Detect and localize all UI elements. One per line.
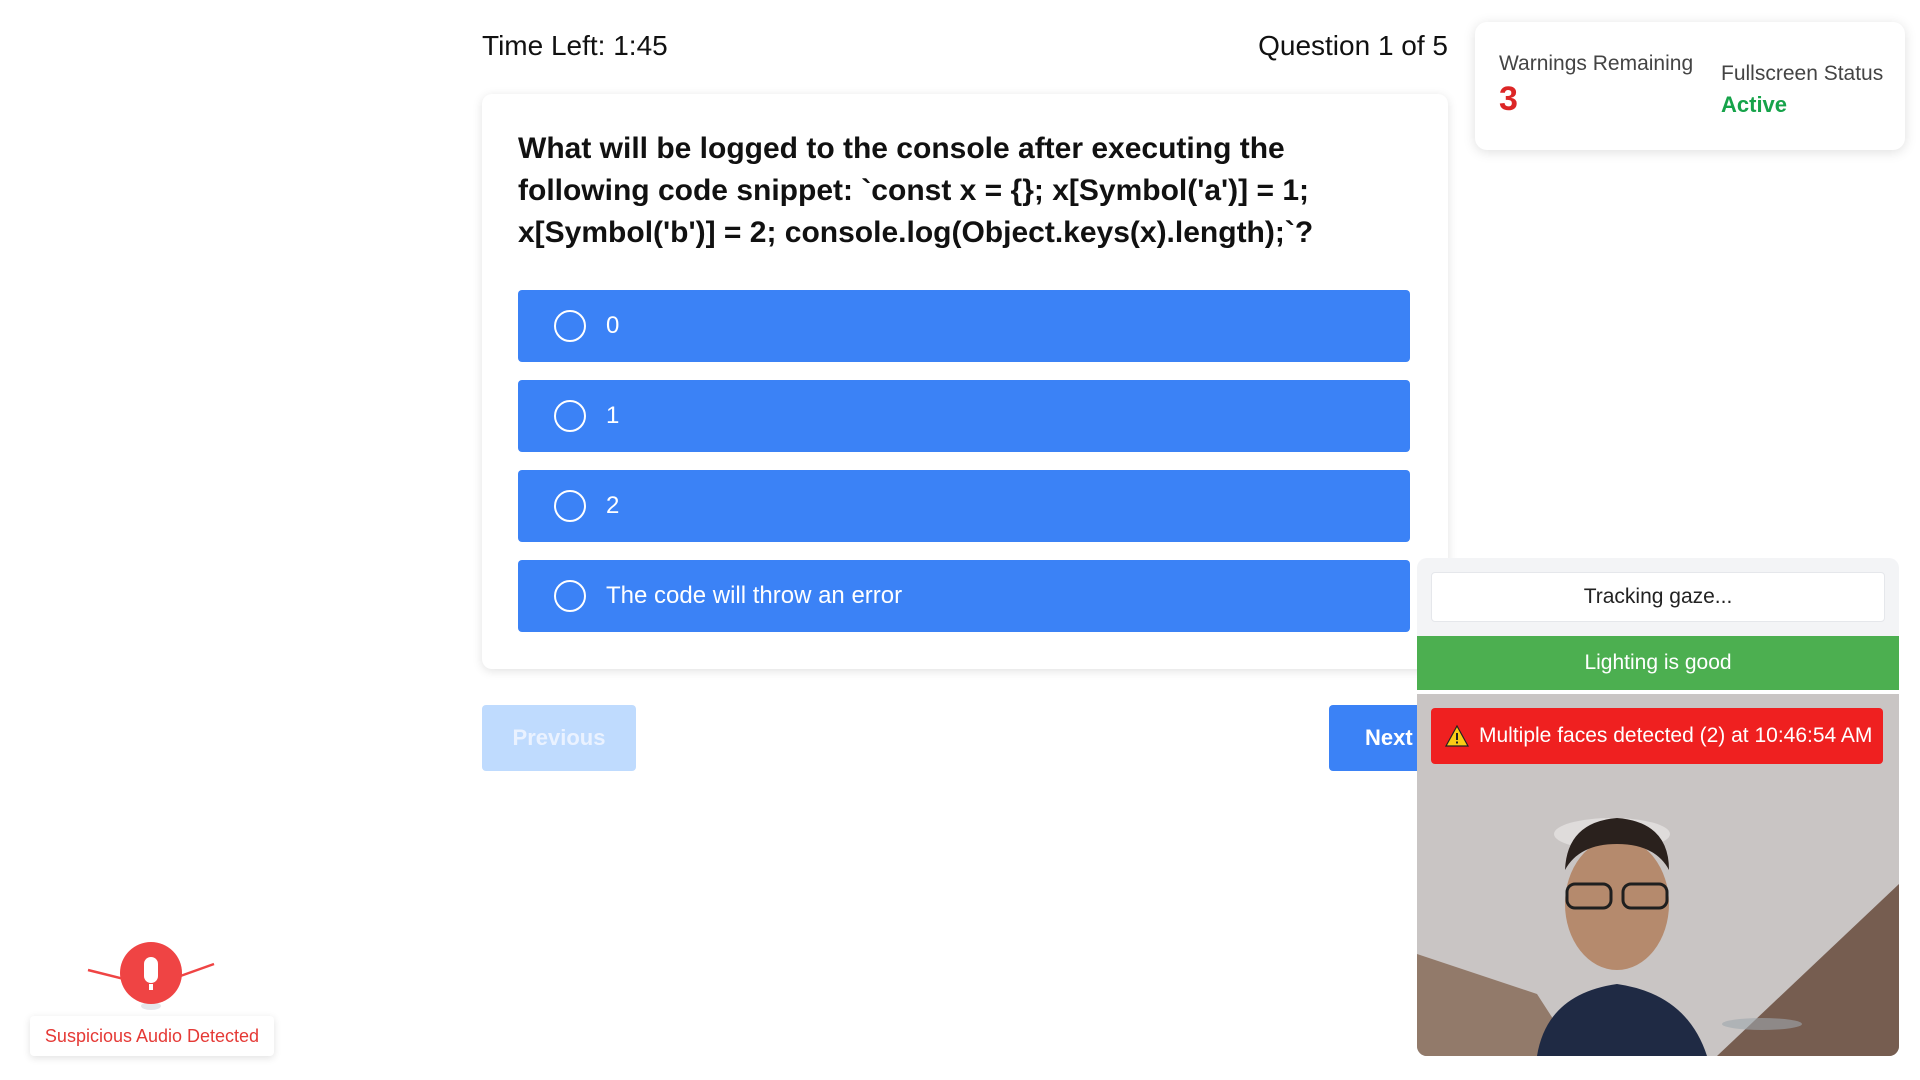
proctor-status-panel: Warnings Remaining 3 Fullscreen Status A… [1475, 22, 1905, 150]
radio-circle-icon[interactable] [554, 580, 586, 612]
option-3[interactable]: The code will throw an error [518, 560, 1410, 632]
previous-button[interactable]: Previous [482, 705, 636, 771]
webcam-feed: Multiple faces detected (2) at 10:46:54 … [1417, 694, 1899, 1056]
warning-triangle-icon [1445, 724, 1469, 747]
radio-circle-icon[interactable] [554, 400, 586, 432]
warnings-label: Warnings Remaining [1499, 52, 1694, 75]
gaze-container: Tracking gaze... [1417, 558, 1899, 636]
option-0[interactable]: 0 [518, 290, 1410, 362]
audio-warning-label: Suspicious Audio Detected [30, 1016, 274, 1056]
warnings-count: 3 [1499, 80, 1518, 118]
time-left: Time Left: 1:45 [482, 30, 668, 61]
question-counter: Question 1 of 5 [1258, 30, 1448, 61]
proctor-widget: Tracking gaze... Lighting is good Multip… [1417, 558, 1899, 1056]
multiple-faces-alert: Multiple faces detected (2) at 10:46:54 … [1431, 708, 1883, 764]
option-label: 1 [606, 402, 620, 429]
warnings-block: Warnings Remaining 3 [1499, 52, 1693, 119]
lighting-status: Lighting is good [1417, 636, 1899, 690]
answer-options: 0 1 2 The code will throw an error [518, 290, 1410, 650]
option-label: The code will throw an error [606, 582, 903, 609]
question-card: What will be logged to the console after… [482, 94, 1448, 669]
fullscreen-block: Fullscreen Status Active [1721, 62, 1883, 118]
alert-text: Multiple faces detected (2) at 10:46:54 … [1479, 724, 1873, 747]
option-1[interactable]: 1 [518, 380, 1410, 452]
question-text: What will be logged to the console after… [518, 132, 1314, 249]
fullscreen-label: Fullscreen Status [1721, 62, 1884, 85]
gaze-status: Tracking gaze... [1431, 572, 1885, 622]
audio-warning: Suspicious Audio Detected [30, 940, 274, 1056]
exam-page: Time Left: 1:45 Question 1 of 5 What wil… [0, 0, 1920, 1080]
radio-circle-icon[interactable] [554, 310, 586, 342]
option-label: 2 [606, 492, 620, 519]
option-label: 0 [606, 312, 620, 339]
microphone-icon [87, 942, 215, 1010]
radio-circle-icon[interactable] [554, 490, 586, 522]
option-2[interactable]: 2 [518, 470, 1410, 542]
fullscreen-status: Active [1721, 92, 1788, 117]
